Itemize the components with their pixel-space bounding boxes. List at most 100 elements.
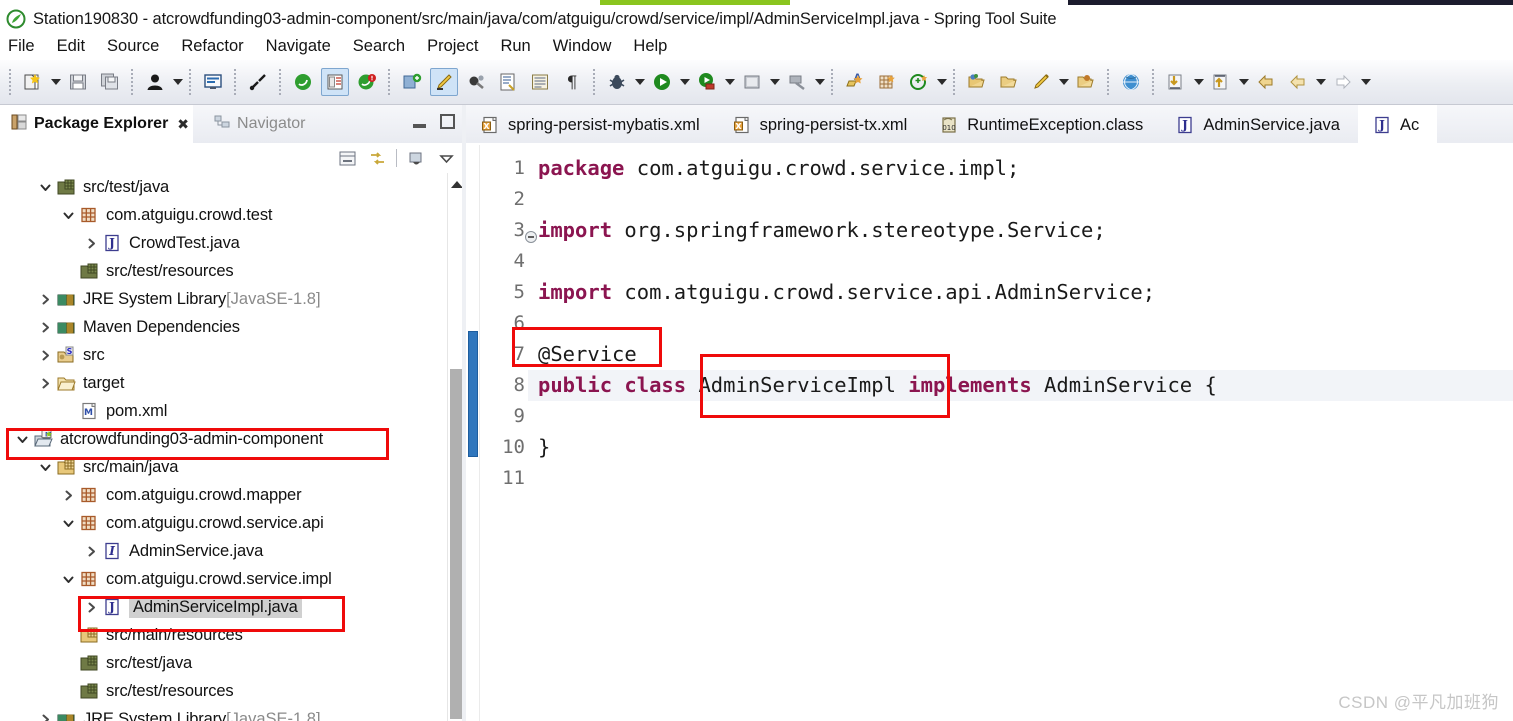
new-annotation-dropdown-icon[interactable]: [935, 69, 948, 95]
open-type-icon[interactable]: [494, 68, 522, 96]
tree-item-adminservice-java[interactable]: I AdminService.java: [0, 537, 465, 565]
tree-item-src-test-java[interactable]: src/test/java: [0, 173, 465, 201]
tree-item-pom-xml[interactable]: Mpom.xml: [0, 397, 465, 425]
boot-dashboard-icon[interactable]: [321, 68, 349, 96]
maximize-view-icon[interactable]: [440, 114, 455, 129]
chevron-right-icon[interactable]: [35, 321, 55, 334]
editor-code-area[interactable]: package com.atguigu.crowd.service.impl; i…: [528, 145, 1513, 721]
editor-tab-spring-persist-mybatis-xml[interactable]: Xspring-persist-mybatis.xml: [466, 105, 718, 145]
save-icon[interactable]: [64, 68, 92, 96]
tree-item-src-test-java[interactable]: src/test/java: [0, 649, 465, 677]
open-resource-icon[interactable]: [1072, 68, 1100, 96]
tree-item-crowdtest-java[interactable]: J CrowdTest.java: [0, 229, 465, 257]
properties-icon[interactable]: [526, 68, 554, 96]
spring-error-icon[interactable]: [353, 68, 381, 96]
code-line[interactable]: package com.atguigu.crowd.service.impl;: [528, 153, 1513, 184]
view-menu-icon[interactable]: [435, 147, 457, 169]
chevron-right-icon[interactable]: [35, 713, 55, 721]
menu-item-project[interactable]: Project: [427, 37, 490, 56]
tree-item-jre-system-library[interactable]: JRE System Library [JavaSE-1.8]: [0, 705, 465, 721]
new-annotation-icon[interactable]: [905, 68, 933, 96]
editor-marker-bar[interactable]: [466, 145, 480, 721]
globe-icon[interactable]: [1117, 68, 1145, 96]
debug-dropdown-icon[interactable]: [633, 69, 646, 95]
coverage-dropdown-icon[interactable]: [768, 69, 781, 95]
open-folder-icon[interactable]: [995, 68, 1023, 96]
code-line[interactable]: import com.atguigu.crowd.service.api.Adm…: [528, 277, 1513, 308]
paragraph-mark-icon[interactable]: ¶: [558, 68, 586, 96]
tree-item-src-main-java[interactable]: src/main/java: [0, 453, 465, 481]
chevron-right-icon[interactable]: [81, 545, 101, 558]
chevron-down-icon[interactable]: [58, 517, 78, 530]
link-broken-icon[interactable]: [244, 68, 272, 96]
run-last-icon[interactable]: [783, 68, 811, 96]
chevron-right-icon[interactable]: [58, 489, 78, 502]
coverage-icon[interactable]: [738, 68, 766, 96]
code-line[interactable]: @Service: [528, 339, 1513, 370]
forward-arrow-icon[interactable]: [1329, 68, 1357, 96]
menu-item-help[interactable]: Help: [633, 37, 679, 56]
run-external-tools-icon[interactable]: [693, 68, 721, 96]
quick-fix-icon[interactable]: [462, 68, 490, 96]
new-wizard-dropdown-icon[interactable]: [49, 69, 62, 95]
code-line[interactable]: [528, 463, 1513, 494]
menu-item-window[interactable]: Window: [553, 37, 624, 56]
tree-item-target[interactable]: target: [0, 369, 465, 397]
tree-item-src-test-resources[interactable]: src/test/resources: [0, 677, 465, 705]
chevron-right-icon[interactable]: [35, 377, 55, 390]
chevron-down-icon[interactable]: [12, 433, 32, 446]
menu-item-refactor[interactable]: Refactor: [181, 37, 255, 56]
tree-item-com-atguigu-crowd-service-api[interactable]: com.atguigu.crowd.service.api: [0, 509, 465, 537]
code-line[interactable]: [528, 184, 1513, 215]
highlight-pen-icon[interactable]: [430, 68, 458, 96]
new-java-project-icon[interactable]: A: [841, 68, 869, 96]
back-yellow-arrow-icon[interactable]: [1284, 68, 1312, 96]
tree-item-com-atguigu-crowd-service-impl[interactable]: com.atguigu.crowd.service.impl: [0, 565, 465, 593]
download-icon[interactable]: [1162, 68, 1190, 96]
upload-icon[interactable]: [1207, 68, 1235, 96]
run-icon[interactable]: [648, 68, 676, 96]
editor-tab-spring-persist-tx-xml[interactable]: Xspring-persist-tx.xml: [718, 105, 926, 145]
tree-item-com-atguigu-crowd-mapper[interactable]: com.atguigu.crowd.mapper: [0, 481, 465, 509]
chevron-down-icon[interactable]: [35, 461, 55, 474]
tree-item-src-test-resources[interactable]: src/test/resources: [0, 257, 465, 285]
download-dropdown-icon[interactable]: [1192, 69, 1205, 95]
chevron-down-icon[interactable]: [58, 573, 78, 586]
project-tree[interactable]: src/test/java com.atguigu.crowd.test J Crow…: [0, 173, 465, 721]
chevron-right-icon[interactable]: [81, 237, 101, 250]
new-spring-bean-icon[interactable]: [398, 68, 426, 96]
menu-item-navigate[interactable]: Navigate: [266, 37, 343, 56]
chevron-right-icon[interactable]: [35, 349, 55, 362]
tab-navigator[interactable]: Navigator: [203, 105, 315, 143]
new-file-dropdown-icon[interactable]: [1057, 69, 1070, 95]
menu-item-file[interactable]: File: [8, 37, 47, 56]
code-line[interactable]: import org.springframework.stereotype.Se…: [528, 215, 1513, 246]
editor-tab-ac[interactable]: J Ac: [1357, 105, 1438, 145]
tree-item-com-atguigu-crowd-test[interactable]: com.atguigu.crowd.test: [0, 201, 465, 229]
menu-item-search[interactable]: Search: [353, 37, 417, 56]
chevron-down-icon[interactable]: [58, 209, 78, 222]
tree-item-maven-dependencies[interactable]: Maven Dependencies: [0, 313, 465, 341]
code-line[interactable]: public class AdminServiceImpl implements…: [528, 370, 1513, 401]
editor-tab-runtimeexception-class[interactable]: 010 RuntimeException.class: [925, 105, 1161, 145]
new-file-icon[interactable]: [1027, 68, 1055, 96]
tree-item-src[interactable]: Ssrc: [0, 341, 465, 369]
menu-item-source[interactable]: Source: [107, 37, 171, 56]
focus-on-active-task-icon[interactable]: [405, 147, 427, 169]
new-package-icon[interactable]: [873, 68, 901, 96]
editor-body[interactable]: 1 2 3 4 5 6 7 8 9 10 11 package com.atguigu.crowd.…: [466, 145, 1513, 721]
new-wizard-icon[interactable]: [19, 68, 47, 96]
menu-item-edit[interactable]: Edit: [57, 37, 97, 56]
user-account-dropdown-icon[interactable]: [171, 69, 184, 95]
tree-item-jre-system-library[interactable]: JRE System Library [JavaSE-1.8]: [0, 285, 465, 313]
debug-bug-icon[interactable]: [603, 68, 631, 96]
chevron-right-icon[interactable]: [35, 293, 55, 306]
code-line[interactable]: [528, 308, 1513, 339]
tab-package-explorer[interactable]: Package Explorer ✖: [0, 105, 194, 143]
code-line[interactable]: }: [528, 432, 1513, 463]
back-arrow-icon[interactable]: [1252, 68, 1280, 96]
back-dropdown-icon[interactable]: [1314, 69, 1327, 95]
chevron-down-icon[interactable]: [35, 181, 55, 194]
collapse-all-icon[interactable]: [336, 147, 358, 169]
user-account-icon[interactable]: [141, 68, 169, 96]
